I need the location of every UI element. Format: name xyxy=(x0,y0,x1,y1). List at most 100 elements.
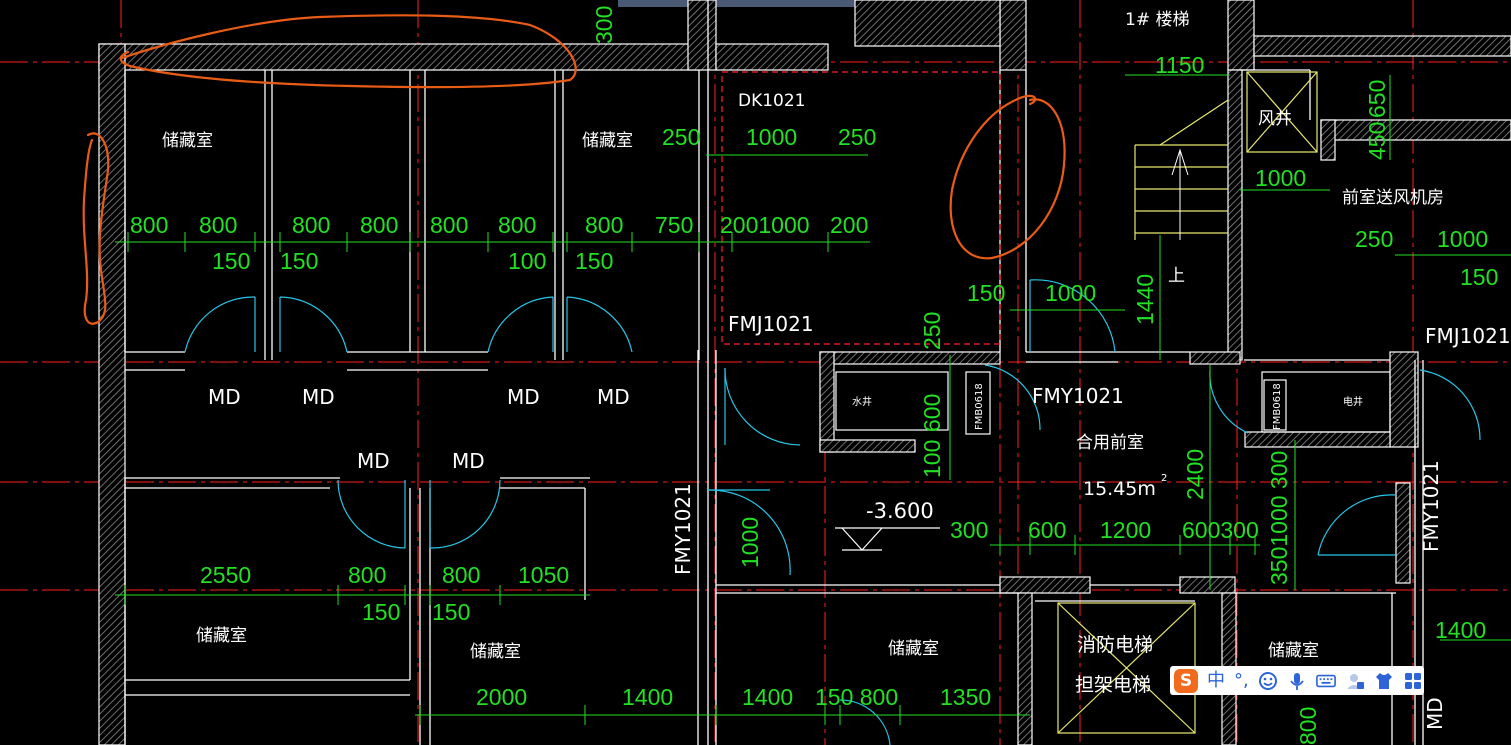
ime-mode-toggle[interactable]: 中 xyxy=(1207,671,1225,690)
ime-punctuation-toggle[interactable]: °, xyxy=(1234,671,1249,690)
fire-elevator-label: 消防电梯 xyxy=(1077,634,1153,656)
dim-label: 150 xyxy=(1460,264,1498,290)
dimension-labels: 800 800 800 800 800 800 800 750 2001000 … xyxy=(130,6,1498,745)
dim-label: 1000 xyxy=(737,517,763,568)
dim-label: 750 xyxy=(655,212,693,238)
door-code-md: MD xyxy=(507,385,540,409)
door-code-md: MD xyxy=(302,385,335,409)
dim-label: 650 xyxy=(1364,80,1390,118)
dim-label: 250 xyxy=(838,124,876,150)
storage-room-label: 储藏室 xyxy=(582,131,633,151)
dim-label: 150 xyxy=(967,280,1005,306)
shaft-label: 风井 xyxy=(1258,109,1292,129)
dim-label: 800 xyxy=(292,212,330,238)
dim-label: 250 xyxy=(919,312,945,350)
door-code-md: MD xyxy=(452,449,485,473)
dim-label: 1000 xyxy=(746,124,797,150)
door-code-fmy1021: FMY1021 xyxy=(671,483,695,575)
dim-label: 800 xyxy=(585,212,623,238)
dim-label: 2001000 xyxy=(720,212,810,238)
ime-toolbar[interactable]: S 中 °, xyxy=(1170,666,1424,695)
shirt-icon[interactable] xyxy=(1374,671,1394,691)
lobby-area-label: 15.45m xyxy=(1083,478,1156,500)
door-code-fmj1021: FMJ1021 xyxy=(1425,324,1511,348)
door-code-md: MD xyxy=(208,385,241,409)
door-code-dk1021: DK1021 xyxy=(738,91,806,111)
storage-room-label: 储藏室 xyxy=(470,642,521,662)
dim-label: 300 xyxy=(950,517,988,543)
user-icon[interactable] xyxy=(1345,671,1365,691)
door-code-md: MD xyxy=(597,385,630,409)
microphone-icon[interactable] xyxy=(1287,671,1307,691)
fan-room-label: 前室送风机房 xyxy=(1342,188,1444,208)
door-code-fmb0618: FMB0618 xyxy=(974,383,985,430)
dim-label: 800 xyxy=(348,562,386,588)
dim-label: 150 xyxy=(432,599,470,625)
cad-drawing-canvas[interactable]: 储藏室 储藏室 储藏室 储藏室 储藏室 储藏室 1# 楼梯 风井 前室送风机房 … xyxy=(0,0,1511,745)
storage-room-label: 储藏室 xyxy=(888,639,939,659)
dim-label: 150 800 xyxy=(815,684,898,710)
dim-label: 2550 xyxy=(200,562,251,588)
stair-up-label: 上 xyxy=(1168,266,1185,286)
dim-label: 1000 xyxy=(1045,280,1096,306)
dim-label: 800 xyxy=(442,562,480,588)
stretcher-elevator-label: 担架电梯 xyxy=(1075,674,1151,696)
door-code-fmy1021: FMY1021 xyxy=(1032,384,1124,408)
dim-label: 150 xyxy=(362,599,400,625)
dim-label: 450 xyxy=(1364,122,1390,160)
dim-label: 1200 xyxy=(1100,517,1151,543)
dim-label: 1350 xyxy=(940,684,991,710)
keyboard-icon[interactable] xyxy=(1315,671,1336,691)
dim-label: 1440 xyxy=(1132,274,1158,325)
dim-label: 2400 xyxy=(1182,449,1208,500)
dim-label: 3501000 300 xyxy=(1266,451,1292,585)
door-code-md: MD xyxy=(357,449,390,473)
dim-label: 250 xyxy=(1355,226,1393,252)
dim-label: 1400 xyxy=(622,684,673,710)
dim-label: 800 xyxy=(130,212,168,238)
dk1021-dashed-outline xyxy=(721,71,1001,345)
dim-label: 100 xyxy=(508,248,546,274)
dim-label: 800 xyxy=(360,212,398,238)
dim-label: 600 xyxy=(1028,517,1066,543)
markup-scribble-right xyxy=(949,94,1066,260)
lobby-label: 合用前室 xyxy=(1076,433,1144,453)
dim-label: 1050 xyxy=(518,562,569,588)
dim-label: 800 xyxy=(498,212,536,238)
door-code-md: MD xyxy=(1423,697,1447,730)
elevation-label: -3.600 xyxy=(866,499,934,523)
door-code-fmb0618: FMB0618 xyxy=(1272,383,1283,430)
dim-label: 200 xyxy=(830,212,868,238)
storage-room-label: 储藏室 xyxy=(196,626,247,646)
storage-room-label: 储藏室 xyxy=(162,131,213,151)
dim-label: 150 xyxy=(280,248,318,274)
storage-room-label: 储藏室 xyxy=(1268,641,1319,661)
dim-label: 800 xyxy=(199,212,237,238)
dim-label: 800 xyxy=(1295,707,1321,745)
dim-label: 150 xyxy=(212,248,250,274)
door-code-fmy1021: FMY1021 xyxy=(1419,460,1443,552)
grid-icon[interactable] xyxy=(1403,671,1423,691)
dim-label: 800 xyxy=(430,212,468,238)
dim-label: 100 xyxy=(919,440,945,478)
dim-label: 300 xyxy=(591,6,617,44)
dim-label: 1150 xyxy=(1155,52,1204,78)
door-code-fmj1021: FMJ1021 xyxy=(728,312,814,336)
stair-arrow xyxy=(1171,148,1189,240)
dim-label: 1400 xyxy=(742,684,793,710)
water-well-label: 水井 xyxy=(852,395,872,408)
stair-label: 1# 楼梯 xyxy=(1125,10,1189,30)
dim-label: 1400 xyxy=(1435,617,1486,643)
stair-treads xyxy=(1134,99,1229,240)
lobby-area-superscript: 2 xyxy=(1161,473,1167,484)
dim-label: 150 xyxy=(575,248,613,274)
emoji-icon[interactable] xyxy=(1258,671,1278,691)
dim-label: 600300 xyxy=(1182,517,1259,543)
elec-well-label: 电井 xyxy=(1343,395,1363,408)
dim-label: 600 xyxy=(919,394,945,432)
sogou-logo-icon[interactable]: S xyxy=(1174,668,1198,693)
elevation-symbol xyxy=(835,527,940,551)
dim-label: 2000 xyxy=(476,684,527,710)
dim-label: 250 xyxy=(662,124,700,150)
dim-label: 1000 xyxy=(1255,165,1306,191)
